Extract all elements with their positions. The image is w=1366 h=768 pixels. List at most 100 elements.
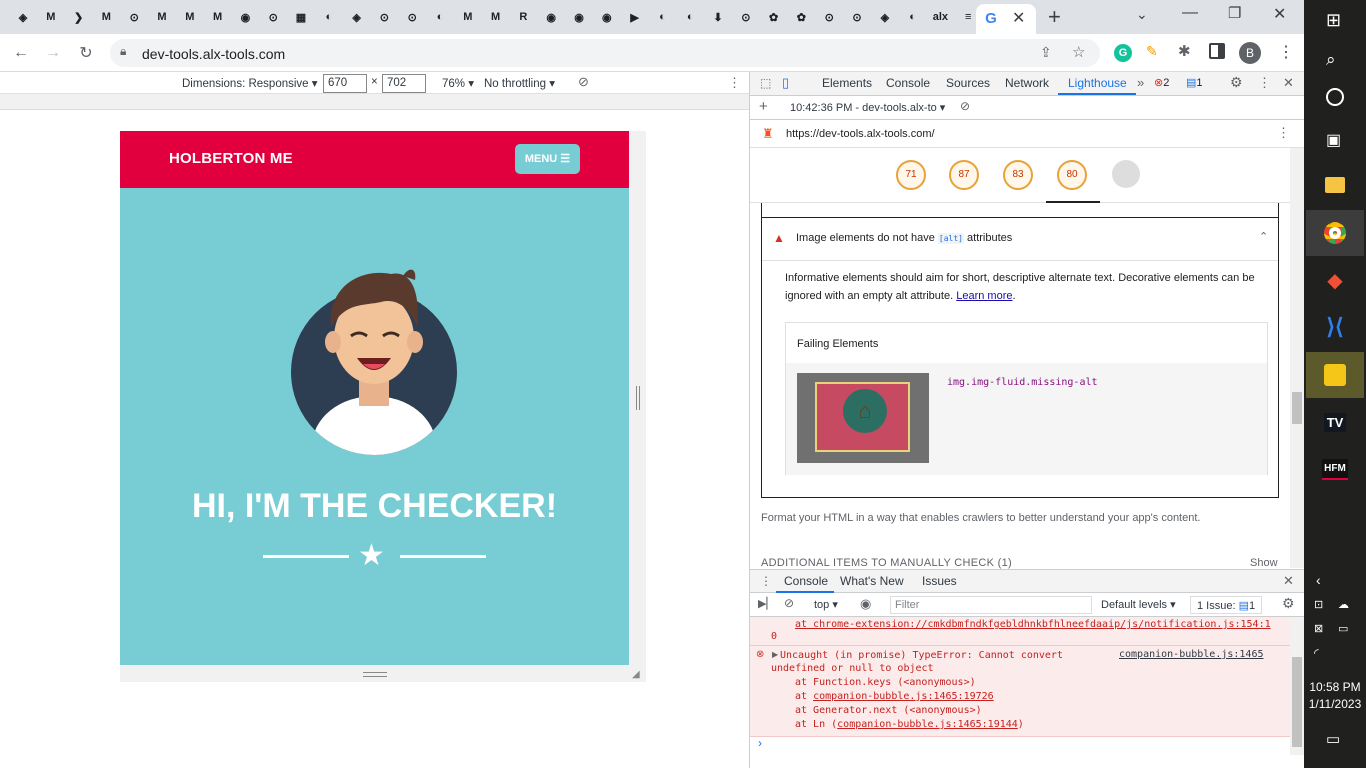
- score-gauge[interactable]: 83: [1003, 160, 1033, 190]
- tab-favicon-icon[interactable]: M: [209, 8, 227, 26]
- tab-favicon-icon[interactable]: M: [459, 8, 477, 26]
- tab-favicon-icon[interactable]: ◐: [653, 8, 671, 26]
- chrome-menu-icon[interactable]: ⋮: [1278, 42, 1294, 62]
- report-url[interactable]: https://dev-tools.alx-tools.com/: [786, 128, 935, 140]
- profile-avatar[interactable]: B: [1239, 42, 1261, 64]
- tab-favicon-icon[interactable]: ◉: [542, 8, 560, 26]
- log-at-link[interactable]: at chrome-extension://cmkdbmfndkfgebldhn…: [795, 619, 1271, 630]
- tab-favicon-icon[interactable]: ◐: [904, 8, 922, 26]
- app-taskbar-icon[interactable]: [1306, 352, 1364, 398]
- tab-favicon-icon[interactable]: M: [97, 8, 115, 26]
- tab-favicon-icon[interactable]: ⊙: [820, 8, 838, 26]
- throttling-select[interactable]: No throttling ▾: [484, 76, 555, 90]
- stack4-link[interactable]: companion-bubble.js:1465:19144: [837, 719, 1018, 730]
- issue-count-badge[interactable]: ▤1: [1186, 76, 1203, 89]
- audit-header[interactable]: ▲ Image elements do not have [alt] attri…: [762, 217, 1278, 261]
- tab-search-icon[interactable]: ⌄: [1136, 6, 1148, 23]
- battery-icon[interactable]: ▭: [1338, 622, 1348, 635]
- hfm-taskbar-icon[interactable]: HFM: [1306, 446, 1364, 492]
- restore-button[interactable]: ❐: [1228, 4, 1241, 22]
- tab-favicon-icon[interactable]: ⊙: [737, 8, 755, 26]
- scroll-thumb[interactable]: [1292, 392, 1302, 424]
- resize-corner-icon[interactable]: ◢: [632, 669, 640, 680]
- tradingview-taskbar-icon[interactable]: TV: [1306, 399, 1364, 445]
- reload-icon[interactable]: ↻: [75, 42, 97, 64]
- side-panel-icon[interactable]: [1209, 43, 1225, 59]
- tab-favicon-icon[interactable]: ◐: [320, 8, 338, 26]
- tab-favicon-icon[interactable]: ◐: [681, 8, 699, 26]
- tab-lighthouse[interactable]: Lighthouse: [1068, 76, 1127, 90]
- drawer-tab-issues[interactable]: Issues: [922, 574, 957, 588]
- chrome-taskbar-icon[interactable]: [1306, 210, 1364, 256]
- console-scroll-thumb[interactable]: [1292, 657, 1302, 747]
- tab-favicon-icon[interactable]: ✿: [792, 8, 810, 26]
- dimensions-select[interactable]: Dimensions: Responsive ▾: [182, 76, 318, 90]
- minimize-button[interactable]: —: [1182, 4, 1198, 22]
- drawer-tab-whats-new[interactable]: What's New: [840, 574, 904, 588]
- context-select[interactable]: top ▾: [814, 598, 838, 611]
- score-gauge[interactable]: 80: [1057, 160, 1087, 190]
- tab-favicon-icon[interactable]: ≡: [959, 8, 977, 26]
- tab-favicon-icon[interactable]: ▶: [626, 8, 644, 26]
- live-expression-eye-icon[interactable]: ◉: [860, 596, 871, 612]
- zoom-select[interactable]: 76% ▾: [442, 76, 474, 90]
- resize-handle-bottom[interactable]: [363, 672, 387, 677]
- log-levels-select[interactable]: Default levels ▾: [1101, 598, 1176, 611]
- close-tab-icon[interactable]: ✕: [1012, 8, 1025, 28]
- git-taskbar-icon[interactable]: ◆: [1306, 257, 1364, 303]
- search-icon[interactable]: ⌕: [1326, 50, 1336, 70]
- width-input[interactable]: 670: [323, 74, 367, 93]
- drawer-menu-icon[interactable]: ⋮: [760, 574, 772, 588]
- chevron-left-icon[interactable]: ‹: [1316, 572, 1321, 588]
- device-toggle-icon[interactable]: ▯: [782, 75, 789, 91]
- tab-favicon-icon[interactable]: R: [514, 8, 532, 26]
- more-tabs-icon[interactable]: »: [1137, 75, 1144, 90]
- site-brand[interactable]: HOLBERTON ME: [169, 150, 293, 167]
- wifi-icon[interactable]: ◜: [1314, 646, 1319, 660]
- tab-favicon-icon[interactable]: ◉: [236, 8, 254, 26]
- tab-favicon-icon[interactable]: ❯: [70, 8, 88, 26]
- tab-favicon-icon[interactable]: ◐: [431, 8, 449, 26]
- tab-favicon-icon[interactable]: ⊙: [264, 8, 282, 26]
- clock[interactable]: 10:58 PM 1/11/2023: [1304, 679, 1366, 713]
- share-icon[interactable]: ⇪: [1040, 44, 1052, 61]
- tab-favicon-icon[interactable]: ⊙: [403, 8, 421, 26]
- tab-sources[interactable]: Sources: [946, 76, 990, 90]
- console-settings-icon[interactable]: ⚙: [1282, 595, 1295, 612]
- tray-icon-3[interactable]: ⊠: [1314, 622, 1323, 635]
- tab-favicon-icon[interactable]: ◈: [876, 8, 894, 26]
- stack2-link[interactable]: companion-bubble.js:1465:19726: [813, 691, 994, 702]
- failing-selector[interactable]: img.img-fluid.missing-alt: [947, 377, 1098, 388]
- devtools-close-icon[interactable]: ✕: [1283, 75, 1294, 91]
- score-gauge[interactable]: 71: [896, 160, 926, 190]
- tab-favicon-icon[interactable]: M: [42, 8, 60, 26]
- address-bar[interactable]: 🔒︎ dev-tools.alx-tools.com ⇪ ☆: [110, 39, 1100, 67]
- drawer-close-icon[interactable]: ✕: [1283, 573, 1294, 589]
- new-tab-button[interactable]: +: [1048, 4, 1061, 30]
- close-window-button[interactable]: ✕: [1273, 4, 1286, 24]
- file-explorer-icon[interactable]: [1306, 162, 1364, 208]
- issues-counter[interactable]: 1 Issue: ▤1: [1190, 596, 1263, 614]
- clear-reports-icon[interactable]: ⊘: [960, 99, 970, 113]
- vscode-taskbar-icon[interactable]: ⟩⟨: [1306, 304, 1364, 350]
- score-gauge[interactable]: 87: [949, 160, 979, 190]
- drawer-tab-console[interactable]: Console: [784, 574, 828, 588]
- tab-favicon-icon[interactable]: ✿: [765, 8, 783, 26]
- task-view-icon[interactable]: ▣: [1326, 130, 1341, 150]
- height-input[interactable]: 702: [382, 74, 426, 93]
- report-selector[interactable]: 10:42:36 PM - dev-tools.alx-to ▾: [790, 101, 945, 114]
- grammarly-icon[interactable]: G: [1114, 44, 1132, 62]
- tab-elements[interactable]: Elements: [822, 76, 872, 90]
- collapse-chevron-icon[interactable]: ⌃: [1259, 230, 1268, 243]
- learn-more-link[interactable]: Learn more: [956, 290, 1012, 302]
- inspect-icon[interactable]: ⬚: [760, 76, 771, 90]
- pwa-gauge[interactable]: [1112, 160, 1140, 188]
- manual-check-header[interactable]: ADDITIONAL ITEMS TO MANUALLY CHECK (1): [761, 557, 1012, 569]
- tab-favicon-icon[interactable]: ⊙: [375, 8, 393, 26]
- tab-favicon-icon[interactable]: ◉: [598, 8, 616, 26]
- tray-icon-1[interactable]: ⊡: [1314, 598, 1323, 611]
- tab-favicon-icon[interactable]: ◈: [14, 8, 32, 26]
- settings-gear-icon[interactable]: ⚙: [1230, 74, 1243, 91]
- tab-network[interactable]: Network: [1005, 76, 1049, 90]
- cortana-icon[interactable]: [1326, 88, 1344, 106]
